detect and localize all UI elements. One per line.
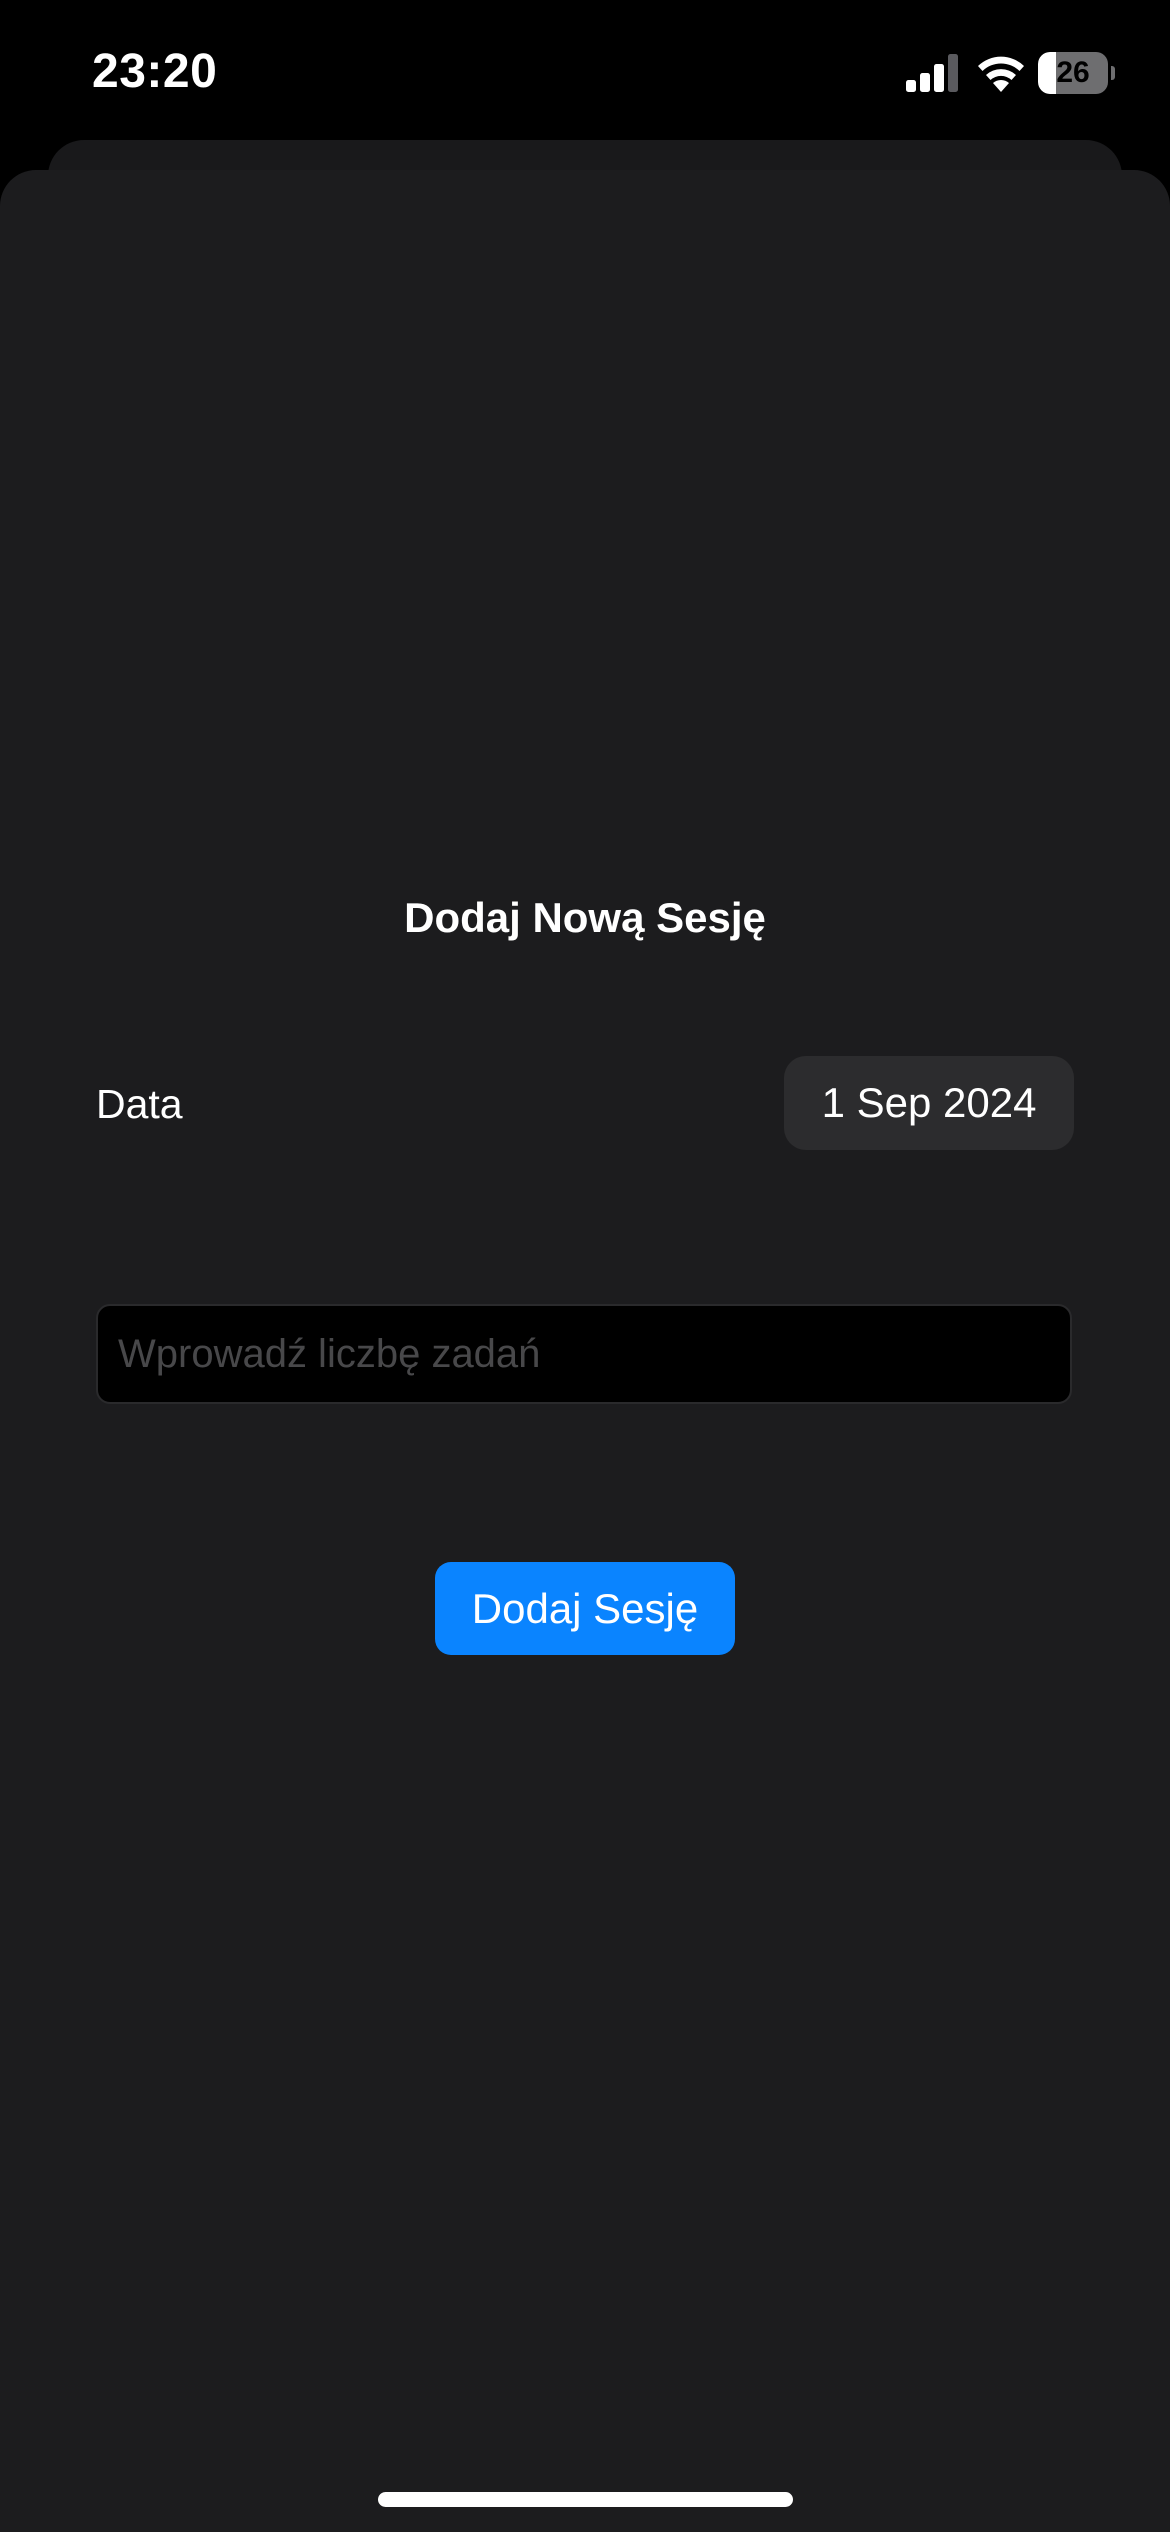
cellular-signal-icon bbox=[906, 54, 958, 92]
battery-tip bbox=[1111, 66, 1115, 80]
signal-bar bbox=[948, 54, 958, 92]
battery-body: 26 bbox=[1038, 52, 1108, 94]
status-time: 23:20 bbox=[92, 45, 218, 98]
signal-bar bbox=[920, 73, 930, 92]
home-indicator[interactable] bbox=[378, 2492, 793, 2507]
date-picker-button[interactable]: 1 Sep 2024 bbox=[784, 1056, 1074, 1150]
battery-icon: 26 bbox=[1038, 52, 1115, 94]
task-count-input[interactable] bbox=[96, 1304, 1072, 1404]
add-session-button[interactable]: Dodaj Sesję bbox=[435, 1562, 735, 1655]
signal-bar bbox=[934, 64, 944, 92]
screen: 23:20 26 Dodaj Nową Sesję Data 1 Sep 202… bbox=[0, 0, 1170, 2532]
sheet-title: Dodaj Nową Sesję bbox=[404, 894, 766, 941]
signal-bar bbox=[906, 80, 916, 92]
add-session-sheet: Dodaj Nową Sesję Data 1 Sep 2024 Dodaj S… bbox=[0, 170, 1170, 2532]
date-row: Data 1 Sep 2024 bbox=[96, 1056, 1074, 1152]
date-label: Data bbox=[96, 1081, 183, 1127]
status-bar: 23:20 26 bbox=[0, 0, 1170, 140]
battery-level: 26 bbox=[1056, 56, 1090, 89]
wifi-icon bbox=[978, 56, 1024, 92]
